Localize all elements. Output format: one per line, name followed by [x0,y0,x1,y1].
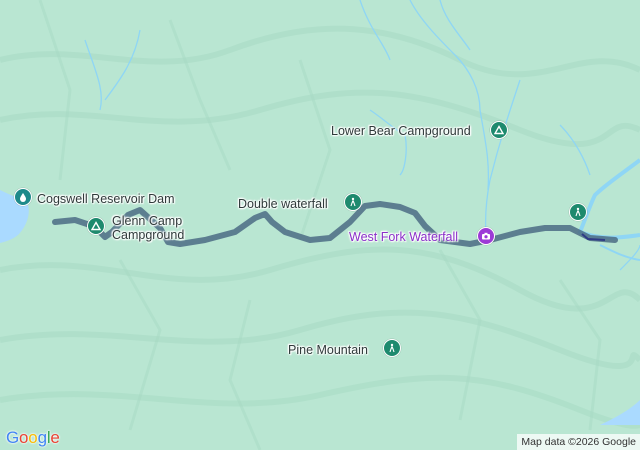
water-icon[interactable] [14,188,32,206]
map-canvas[interactable]: Cogswell Reservoir Dam Glenn Camp Campgr… [0,0,640,450]
place-label-double-waterfall: Double waterfall [238,197,328,211]
place-label-cogswell: Cogswell Reservoir Dam [37,192,175,206]
map-attribution[interactable]: Map data ©2026 Google [517,434,640,450]
hiking-icon[interactable] [344,193,362,211]
logo-letter: e [50,428,60,447]
logo-letter: g [37,428,47,447]
camera-icon[interactable] [477,227,495,245]
hiking-icon[interactable] [383,339,401,357]
place-label-glenn: Glenn Camp [112,214,183,228]
logo-letter: o [28,428,38,447]
place-label-lower-bear: Lower Bear Campground [331,124,471,138]
logo-letter: o [19,428,29,447]
place-label-glenn-2: Campground [112,228,185,242]
campground-icon[interactable] [490,121,508,139]
hiking-icon[interactable] [569,203,587,221]
place-label-pine-mountain: Pine Mountain [288,343,368,357]
google-logo[interactable]: Google [6,428,60,448]
place-label-west-fork: West Fork Waterfall [349,230,459,244]
campground-icon[interactable] [87,217,105,235]
logo-letter: G [6,428,20,447]
